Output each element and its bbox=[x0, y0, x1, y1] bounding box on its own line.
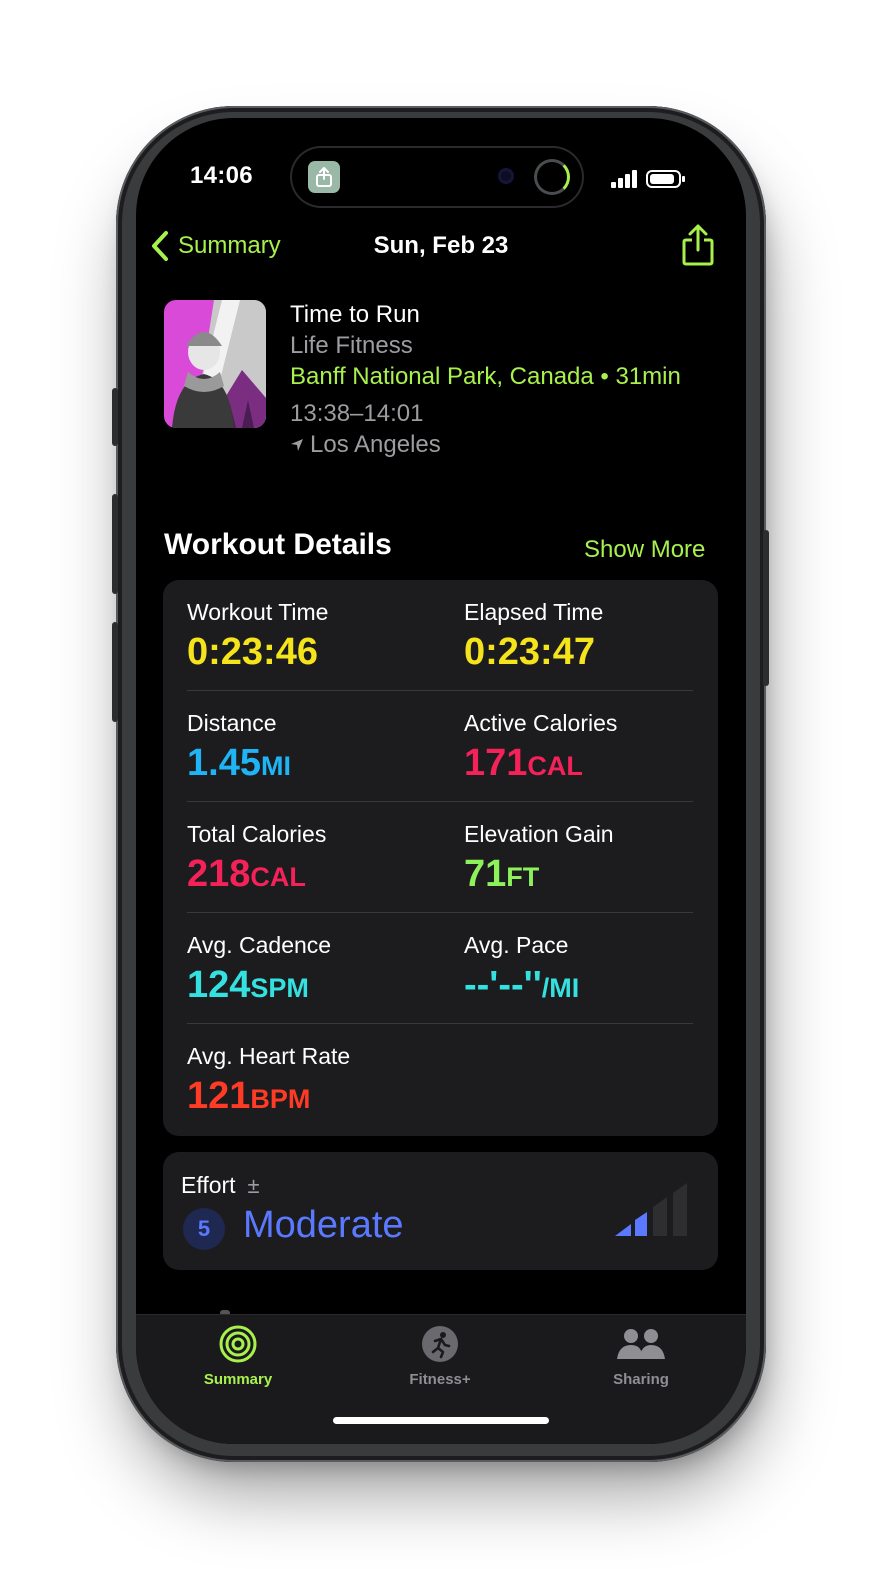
cellular-signal-icon bbox=[611, 170, 637, 188]
share-activity-icon[interactable] bbox=[308, 161, 340, 193]
workout-episode[interactable]: Banff National Park, Canada • 31min bbox=[290, 361, 681, 392]
effort-bars-icon bbox=[615, 1183, 687, 1236]
workout-time-range: 13:38–14:01 bbox=[290, 400, 424, 427]
metric-number: --'--'' bbox=[464, 964, 542, 1006]
metric-value: 171CAL bbox=[464, 741, 617, 788]
home-indicator[interactable] bbox=[333, 1417, 549, 1424]
screen: 14:06 Sun, Feb 23 Summary Time to Run Li… bbox=[136, 118, 746, 1444]
camera-icon bbox=[498, 168, 514, 184]
tab-label: Sharing bbox=[613, 1371, 669, 1388]
metric-number: 0:23:46 bbox=[187, 631, 318, 673]
status-time: 14:06 bbox=[190, 162, 253, 189]
workout-info: Time to Run Life Fitness Banff National … bbox=[290, 300, 681, 460]
metric-avg-pace: Avg. Pace --'--''/MI bbox=[464, 931, 579, 1010]
metric-label: Active Calories bbox=[464, 710, 618, 736]
effort-label-row: Effort ± bbox=[181, 1172, 260, 1199]
metric-label: Elevation Gain bbox=[464, 821, 614, 847]
metric-value: 71FT bbox=[464, 852, 614, 899]
metric-unit: FT bbox=[506, 862, 540, 892]
metric-value: 0:23:47 bbox=[464, 630, 603, 674]
back-button-label: Summary bbox=[178, 232, 281, 259]
workout-location: Los Angeles bbox=[290, 429, 681, 460]
back-button[interactable]: Summary bbox=[150, 230, 281, 262]
divider bbox=[187, 912, 693, 913]
side-button bbox=[763, 530, 769, 686]
workout-title: Time to Run bbox=[290, 301, 420, 328]
metric-number: 121 bbox=[187, 1075, 251, 1117]
adjust-effort-icon[interactable]: ± bbox=[248, 1173, 260, 1199]
location-arrow-icon bbox=[291, 438, 303, 451]
metric-label: Total Calories bbox=[187, 821, 327, 847]
metric-label: Avg. Pace bbox=[464, 932, 569, 958]
tab-summary[interactable]: Summary bbox=[158, 1325, 318, 1388]
metric-number: 0:23:47 bbox=[464, 631, 595, 673]
runner-icon bbox=[422, 1326, 458, 1362]
tab-label: Fitness+ bbox=[409, 1371, 471, 1388]
divider bbox=[187, 801, 693, 802]
metric-workout-time: Workout Time 0:23:46 bbox=[187, 598, 328, 674]
metric-number: 71 bbox=[464, 853, 507, 895]
metric-number: 1.45 bbox=[187, 742, 261, 784]
workout-thumbnail bbox=[164, 300, 266, 428]
show-more-button[interactable]: Show More bbox=[584, 536, 705, 564]
metric-value: 124SPM bbox=[187, 963, 331, 1010]
metric-avg-heart-rate: Avg. Heart Rate 121BPM bbox=[187, 1042, 350, 1121]
effort-card[interactable]: Effort ± 5 Moderate bbox=[163, 1152, 718, 1270]
volume-up-button bbox=[112, 494, 118, 594]
workout-details-heading: Workout Details bbox=[164, 528, 392, 561]
workout-progress-ring-icon bbox=[534, 159, 570, 195]
metric-number: 218 bbox=[187, 853, 251, 895]
tab-fitness-plus[interactable]: Fitness+ bbox=[360, 1325, 520, 1388]
metric-unit: SPM bbox=[250, 973, 309, 1003]
effort-label: Effort bbox=[181, 1172, 236, 1198]
metric-distance: Distance 1.45MI bbox=[187, 709, 291, 788]
metric-elevation-gain: Elevation Gain 71FT bbox=[464, 820, 614, 899]
share-icon[interactable] bbox=[680, 224, 716, 266]
metric-value: 0:23:46 bbox=[187, 630, 328, 674]
metric-elapsed-time: Elapsed Time 0:23:47 bbox=[464, 598, 603, 674]
metric-value: 121BPM bbox=[187, 1074, 350, 1121]
metric-label: Avg. Cadence bbox=[187, 932, 332, 958]
chevron-left-icon bbox=[152, 231, 168, 261]
tab-label: Summary bbox=[203, 1371, 273, 1388]
activity-rings-icon bbox=[219, 1325, 257, 1363]
battery-icon bbox=[646, 170, 685, 188]
tab-bar: Summary Fitness+ Sharing bbox=[136, 1314, 746, 1444]
action-button bbox=[112, 388, 118, 446]
metric-unit: MI bbox=[260, 751, 291, 781]
people-icon bbox=[617, 1329, 665, 1359]
divider bbox=[187, 1023, 693, 1024]
volume-down-button bbox=[112, 622, 118, 722]
effort-level: Moderate bbox=[243, 1204, 404, 1246]
metric-label: Workout Time bbox=[187, 599, 329, 625]
metric-avg-cadence: Avg. Cadence 124SPM bbox=[187, 931, 331, 1010]
workout-details-card: Workout Time 0:23:46 Elapsed Time 0:23:4… bbox=[163, 580, 718, 1136]
metric-label: Elapsed Time bbox=[464, 599, 604, 625]
divider bbox=[187, 690, 693, 691]
metric-unit: CAL bbox=[527, 751, 583, 781]
metric-value: --'--''/MI bbox=[464, 963, 579, 1010]
workout-location-label: Los Angeles bbox=[310, 431, 441, 458]
dynamic-island bbox=[292, 148, 582, 206]
metric-value: 1.45MI bbox=[187, 741, 291, 788]
metric-label: Avg. Heart Rate bbox=[187, 1043, 351, 1069]
metric-total-calories: Total Calories 218CAL bbox=[187, 820, 326, 899]
metric-unit: /MI bbox=[541, 973, 580, 1003]
metric-value: 218CAL bbox=[187, 852, 326, 899]
tab-sharing[interactable]: Sharing bbox=[561, 1325, 721, 1388]
metric-unit: BPM bbox=[250, 1084, 311, 1114]
metric-active-calories: Active Calories 171CAL bbox=[464, 709, 617, 788]
effort-score-badge: 5 bbox=[183, 1208, 225, 1250]
metric-label: Distance bbox=[187, 710, 277, 736]
metric-number: 171 bbox=[464, 742, 528, 784]
metric-number: 124 bbox=[187, 964, 251, 1006]
workout-trainer: Life Fitness bbox=[290, 332, 413, 359]
metric-unit: CAL bbox=[250, 862, 306, 892]
